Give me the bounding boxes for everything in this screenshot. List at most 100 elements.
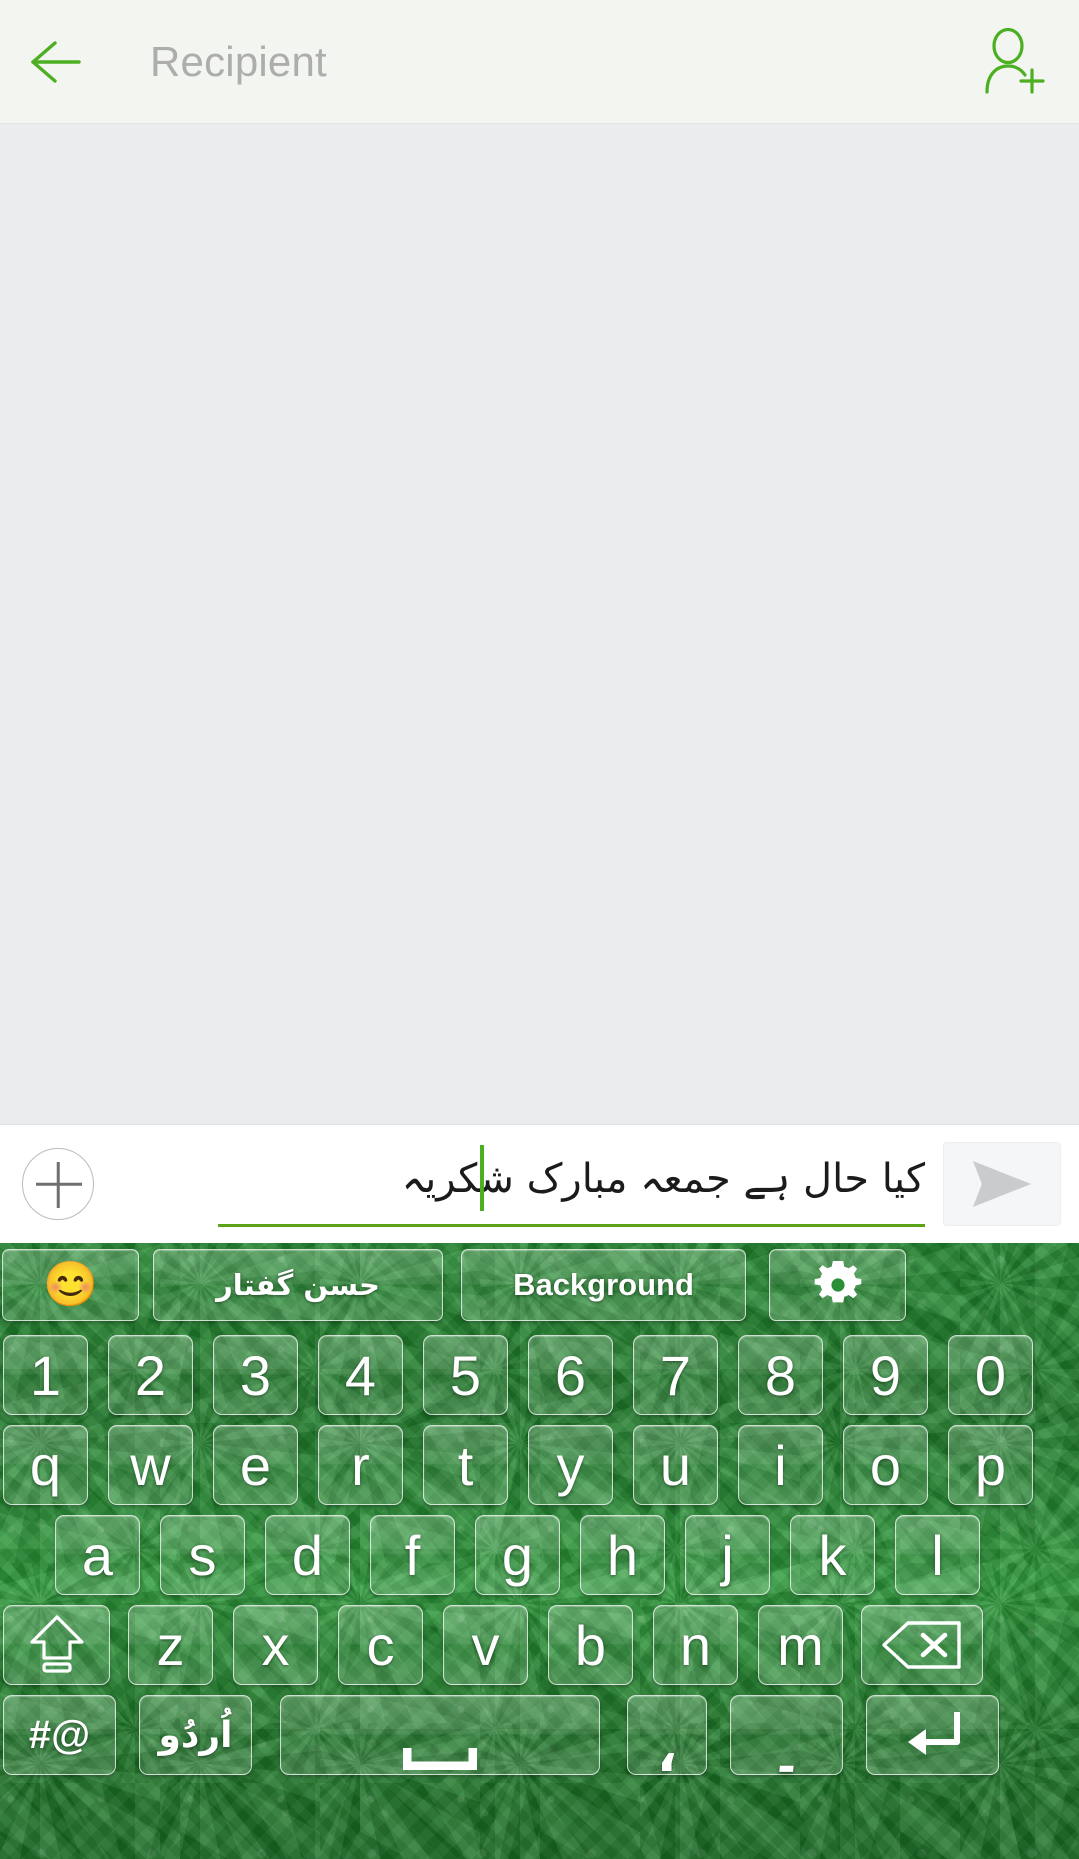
emoji-key[interactable]: 😊 <box>2 1249 139 1321</box>
urdu-keyboard: 😊 حسن گفتار Background 1 2 3 4 5 6 7 8 9… <box>0 1243 1079 1859</box>
hasan-guftar-key[interactable]: حسن گفتار <box>153 1249 443 1321</box>
key-1[interactable]: 1 <box>3 1335 88 1415</box>
key-label: t <box>457 1433 474 1497</box>
key-5[interactable]: 5 <box>423 1335 508 1415</box>
backspace-key[interactable] <box>861 1605 983 1685</box>
key-u[interactable]: u <box>633 1425 718 1505</box>
backspace-delete-icon <box>882 1621 961 1669</box>
key-label: q <box>29 1433 62 1497</box>
shift-up-arrow-icon <box>29 1615 84 1673</box>
key-label: 5 <box>449 1343 482 1407</box>
key-p[interactable]: p <box>948 1425 1033 1505</box>
key-h[interactable]: h <box>580 1515 665 1595</box>
recipient-field[interactable] <box>120 0 949 124</box>
hasan-guftar-label: حسن گفتار <box>216 1268 380 1302</box>
attach-button[interactable] <box>8 1125 108 1244</box>
key-t[interactable]: t <box>423 1425 508 1505</box>
plus-circle-icon <box>22 1148 94 1220</box>
urdu-language-key[interactable]: اُردُو <box>139 1695 252 1775</box>
key-w[interactable]: w <box>108 1425 193 1505</box>
settings-key[interactable] <box>769 1249 906 1321</box>
key-label: 4 <box>344 1343 377 1407</box>
key-s[interactable]: s <box>160 1515 245 1595</box>
space-bar-icon <box>403 1748 477 1770</box>
key-9[interactable]: 9 <box>843 1335 928 1415</box>
key-label: s <box>188 1523 217 1587</box>
key-e[interactable]: e <box>213 1425 298 1505</box>
key-label: n <box>679 1613 712 1677</box>
key-label: 6 <box>554 1343 587 1407</box>
key-label: اُردُو <box>158 1714 233 1756</box>
recipient-input[interactable] <box>150 37 949 86</box>
key-z[interactable]: z <box>128 1605 213 1685</box>
key-7[interactable]: 7 <box>633 1335 718 1415</box>
add-contact-button[interactable] <box>949 0 1079 124</box>
background-key[interactable]: Background <box>461 1249 746 1321</box>
message-input-underline <box>218 1223 925 1227</box>
person-add-icon <box>985 27 1045 94</box>
keyboard-zxcv-row: z x c v b n m <box>0 1605 1079 1685</box>
back-button[interactable] <box>0 0 120 124</box>
text-caret <box>480 1144 484 1211</box>
key-8[interactable]: 8 <box>738 1335 823 1415</box>
comma-key[interactable]: ، <box>627 1695 707 1784</box>
key-label: m <box>777 1613 824 1677</box>
keyboard-toolbar: 😊 حسن گفتار Background <box>0 1249 1079 1321</box>
app-header <box>0 0 1079 124</box>
key-v[interactable]: v <box>443 1605 528 1685</box>
key-label: k <box>818 1523 847 1587</box>
key-d[interactable]: d <box>265 1515 350 1595</box>
key-j[interactable]: j <box>685 1515 770 1595</box>
key-label: u <box>659 1433 692 1497</box>
key-label: h <box>606 1523 639 1587</box>
key-2[interactable]: 2 <box>108 1335 193 1415</box>
key-6[interactable]: 6 <box>528 1335 613 1415</box>
key-r[interactable]: r <box>318 1425 403 1505</box>
key-3[interactable]: 3 <box>213 1335 298 1415</box>
key-label: j <box>721 1523 734 1587</box>
key-label: z <box>156 1613 185 1677</box>
send-paper-plane-icon <box>973 1161 1031 1207</box>
key-label: #@ <box>28 1712 91 1757</box>
key-label: a <box>81 1523 114 1587</box>
period-key[interactable]: ۔ <box>730 1695 843 1784</box>
key-o[interactable]: o <box>843 1425 928 1505</box>
key-g[interactable]: g <box>475 1515 560 1595</box>
enter-key[interactable] <box>866 1695 999 1775</box>
key-f[interactable]: f <box>370 1515 455 1595</box>
key-i[interactable]: i <box>738 1425 823 1505</box>
key-label: w <box>130 1433 171 1497</box>
symbols-key[interactable]: #@ <box>3 1695 116 1775</box>
shift-key[interactable] <box>3 1605 110 1685</box>
key-label: i <box>774 1433 787 1497</box>
gear-icon <box>814 1261 861 1303</box>
key-k[interactable]: k <box>790 1515 875 1595</box>
key-n[interactable]: n <box>653 1605 738 1685</box>
key-y[interactable]: y <box>528 1425 613 1505</box>
key-l[interactable]: l <box>895 1515 980 1595</box>
key-0[interactable]: 0 <box>948 1335 1033 1415</box>
send-button[interactable] <box>943 1142 1061 1226</box>
key-b[interactable]: b <box>548 1605 633 1685</box>
key-label: 3 <box>239 1343 272 1407</box>
key-label: b <box>574 1613 607 1677</box>
keyboard-bottom-row: #@ اُردُو ، ۔ <box>0 1695 1079 1784</box>
smiling-face-icon: 😊 <box>43 1260 98 1309</box>
key-label: d <box>291 1523 324 1587</box>
key-a[interactable]: a <box>55 1515 140 1595</box>
key-q[interactable]: q <box>3 1425 88 1505</box>
key-c[interactable]: c <box>338 1605 423 1685</box>
key-label: 9 <box>869 1343 902 1407</box>
space-key[interactable] <box>280 1695 600 1775</box>
key-label: ، <box>656 1720 678 1784</box>
keyboard-number-row: 1 2 3 4 5 6 7 8 9 0 <box>0 1335 1079 1415</box>
key-4[interactable]: 4 <box>318 1335 403 1415</box>
key-label: p <box>974 1433 1007 1497</box>
key-x[interactable]: x <box>233 1605 318 1685</box>
key-m[interactable]: m <box>758 1605 843 1685</box>
message-input-wrapper[interactable]: کیا حال ہے جمعہ مبارک شکریہ <box>108 1125 943 1244</box>
key-label: ۔ <box>770 1720 803 1784</box>
key-label: x <box>261 1613 290 1677</box>
key-label: r <box>351 1433 370 1497</box>
sms-compose-screen: کیا حال ہے جمعہ مبارک شکریہ 😊 حسن گفتار … <box>0 0 1079 1859</box>
